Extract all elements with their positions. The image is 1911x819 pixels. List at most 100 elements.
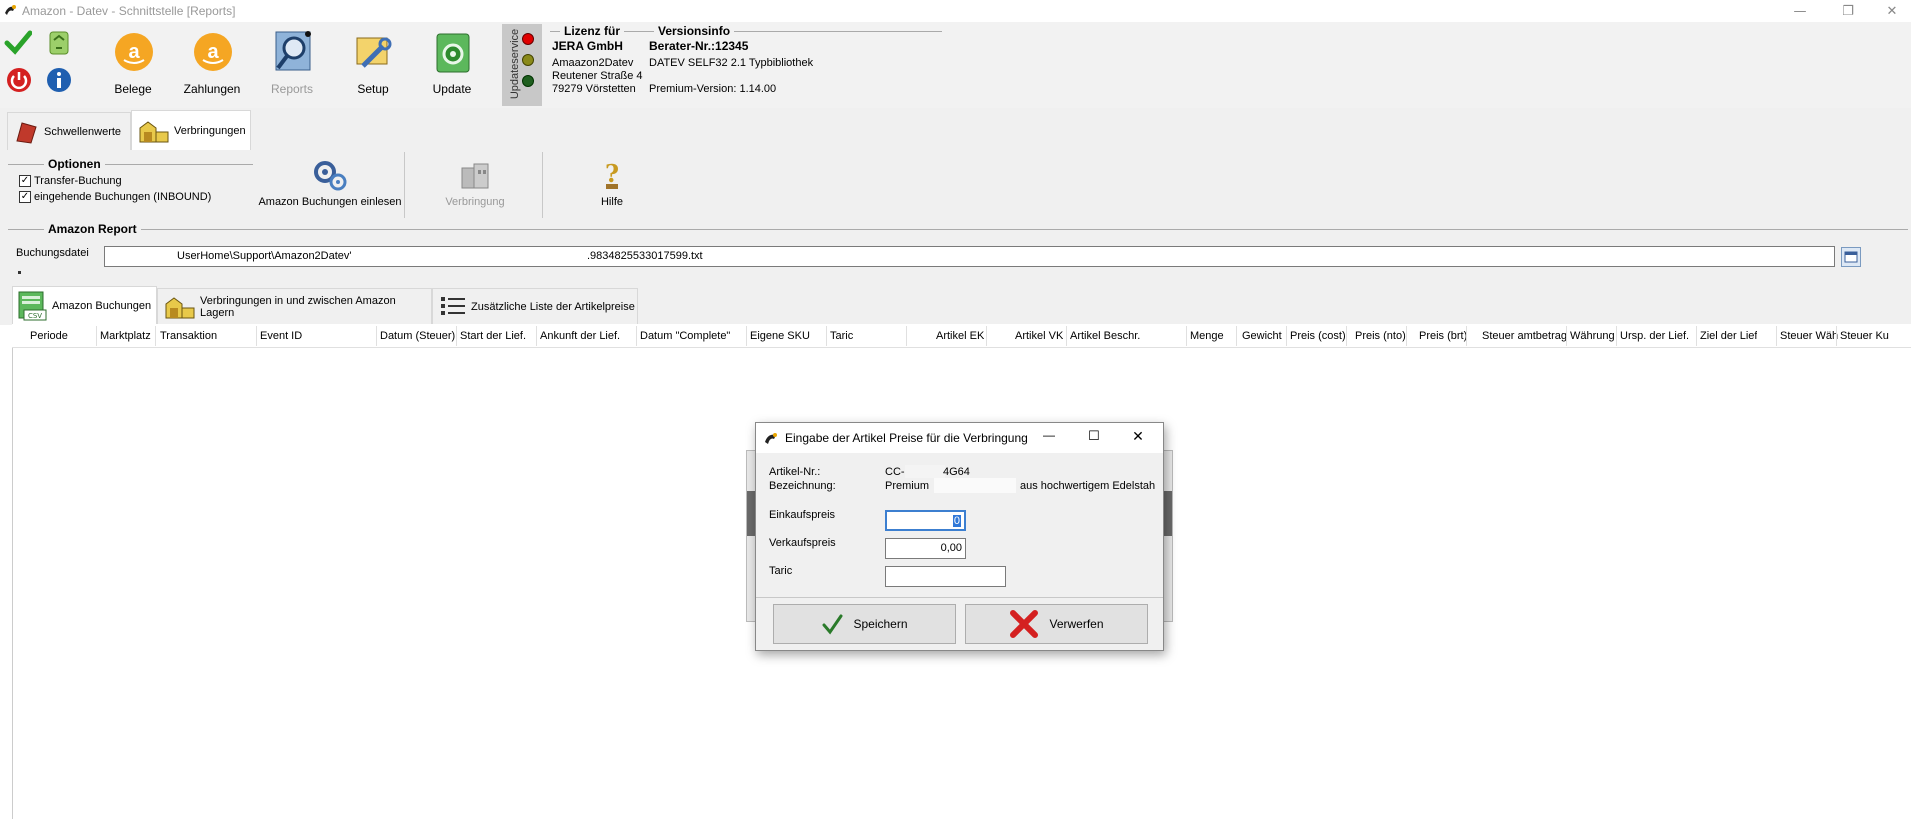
- power-icon[interactable]: [6, 67, 32, 93]
- svg-text:?: ?: [605, 160, 619, 188]
- inbound-checkbox[interactable]: ✓ eingehende Buchungen (INBOUND): [19, 191, 211, 203]
- col-menge[interactable]: Menge: [1190, 330, 1224, 342]
- col-periode[interactable]: Periode: [30, 330, 68, 342]
- col-eigene-sku[interactable]: Eigene SKU: [750, 330, 810, 342]
- warehouse-icon: [164, 294, 196, 320]
- einkaufspreis-input[interactable]: 0: [885, 510, 966, 531]
- belege-button[interactable]: a Belege: [97, 26, 169, 104]
- verkaufspreis-input[interactable]: 0,00: [885, 538, 966, 559]
- transfer-buchung-checkbox[interactable]: ✓ Transfer-Buchung: [19, 175, 122, 187]
- tab-amazon-buchungen[interactable]: CSV Amazon Buchungen: [12, 286, 157, 324]
- col-steuer-amtbetrag[interactable]: Steuer amtbetrag: [1482, 330, 1567, 342]
- dot-marker: [18, 271, 21, 274]
- einlesen-button[interactable]: Amazon Buchungen einlesen: [256, 152, 404, 218]
- dialog-close-button[interactable]: ✕: [1128, 428, 1148, 448]
- license-line3: 79279 Vörstetten: [552, 83, 636, 95]
- verbringung-action-button[interactable]: Verbringung: [410, 152, 540, 218]
- col-event-id[interactable]: Event ID: [260, 330, 302, 342]
- verkaufspreis-label: Verkaufspreis: [769, 537, 836, 549]
- col-divider: [826, 326, 827, 346]
- col-steuer-ku[interactable]: Steuer Ku: [1840, 330, 1910, 342]
- dialog-minimize-button[interactable]: —: [1039, 428, 1059, 448]
- col-divider: [636, 326, 637, 346]
- col-ursp-lief[interactable]: Ursp. der Lief.: [1620, 330, 1689, 342]
- license-header: Lizenz für: [560, 24, 624, 38]
- col-preis-nto[interactable]: Preis (nto): [1355, 330, 1406, 342]
- hilfe-button[interactable]: ? Hilfe: [572, 152, 652, 218]
- update-button[interactable]: Update: [416, 26, 488, 104]
- col-datum-complete[interactable]: Datum "Complete": [640, 330, 730, 342]
- tab-verbringungen-label: Verbringungen: [174, 124, 246, 137]
- col-waehrung[interactable]: Währung: [1570, 330, 1615, 342]
- col-ziel-lief[interactable]: Ziel der Lief: [1700, 330, 1757, 342]
- col-divider: [1466, 326, 1467, 346]
- updateservice-strip: Updateservice: [502, 24, 542, 106]
- col-datum-steuer[interactable]: Datum (Steuer): [380, 330, 455, 342]
- col-marktplatz[interactable]: Marktplatz: [100, 330, 151, 342]
- tab-schwellenwerte[interactable]: Schwellenwerte: [7, 112, 131, 150]
- checkbox-box: ✓: [19, 191, 31, 203]
- dialog-title: Eingabe der Artikel Preise für die Verbr…: [785, 431, 1028, 445]
- taric-input[interactable]: [885, 566, 1006, 587]
- col-preis-brt[interactable]: Preis (brt): [1419, 330, 1467, 342]
- belege-label: Belege: [114, 82, 152, 96]
- col-artikel-beschr[interactable]: Artikel Beschr.: [1070, 330, 1140, 342]
- col-transaktion[interactable]: Transaktion: [160, 330, 217, 342]
- tab-verbringungen[interactable]: Verbringungen: [131, 110, 251, 150]
- artikel-nr-value-b: 4G64: [943, 466, 970, 478]
- verbringung-action-label: Verbringung: [445, 196, 505, 208]
- check-icon[interactable]: [4, 28, 33, 56]
- dialog-maximize-button[interactable]: ☐: [1084, 428, 1104, 448]
- info-icon[interactable]: [46, 67, 72, 93]
- browse-file-icon[interactable]: [1841, 247, 1861, 267]
- magnifier-icon: [270, 28, 316, 76]
- minimize-button[interactable]: —: [1780, 0, 1820, 22]
- status-light-green-icon: [522, 75, 534, 87]
- col-divider: [1776, 326, 1777, 346]
- restore-button[interactable]: ❐: [1828, 0, 1868, 22]
- col-divider: [1346, 326, 1347, 346]
- col-divider: [746, 326, 747, 346]
- tab-artikelpreise[interactable]: Zusätzliche Liste der Artikelpreise: [432, 288, 638, 324]
- close-button[interactable]: ✕: [1872, 0, 1911, 22]
- grid-header: Periode Marktplatz Transaktion Event ID …: [12, 324, 1911, 348]
- recycle-icon[interactable]: [45, 28, 73, 56]
- tab-verbringungen-lager[interactable]: Verbringungen in und zwischen Amazon Lag…: [157, 288, 432, 324]
- col-divider: [1236, 326, 1237, 346]
- col-start-lief[interactable]: Start der Lief.: [460, 330, 526, 342]
- license-panel: Lizenz für Versionsinfo JERA GmbH Berate…: [546, 22, 946, 106]
- dialog-app-icon: [763, 430, 779, 446]
- buchungsdatei-label: Buchungsdatei: [16, 247, 89, 259]
- col-artikel-vk[interactable]: Artikel VK: [1015, 330, 1063, 342]
- col-ankunft-lief[interactable]: Ankunft der Lief.: [540, 330, 620, 342]
- setup-tools-icon: [353, 32, 395, 74]
- einlesen-label: Amazon Buchungen einlesen: [258, 196, 402, 208]
- license-company: JERA GmbH: [552, 39, 623, 53]
- verwerfen-button[interactable]: Verwerfen: [965, 604, 1148, 644]
- checkbox-box: ✓: [19, 175, 31, 187]
- reports-button[interactable]: Reports: [256, 26, 328, 104]
- update-gear-icon: [431, 30, 475, 76]
- col-taric[interactable]: Taric: [830, 330, 853, 342]
- report-title: Amazon Report: [44, 222, 141, 236]
- red-x-icon: [1009, 609, 1039, 639]
- buchungsdatei-input[interactable]: UserHome\Support\Amazon2Datev' .98348255…: [104, 246, 1835, 267]
- col-steuer-waeh[interactable]: Steuer Wäh: [1780, 330, 1848, 342]
- col-preis-cost[interactable]: Preis (cost): [1290, 330, 1346, 342]
- speichern-button[interactable]: Speichern: [773, 604, 956, 644]
- col-divider: [536, 326, 537, 346]
- col-artikel-ek[interactable]: Artikel EK: [936, 330, 984, 342]
- redacted-block: [905, 465, 945, 478]
- file-path-part2: .9834825533017599.txt: [587, 250, 703, 262]
- setup-button[interactable]: Setup: [337, 26, 409, 104]
- artikel-nr-value-a: CC-: [885, 466, 905, 478]
- col-divider: [1286, 326, 1287, 346]
- datev-version: DATEV SELF32 2.1 Typbibliothek: [649, 57, 814, 69]
- price-dialog: Eingabe der Artikel Preise für die Verbr…: [755, 422, 1164, 651]
- zahlungen-button[interactable]: a Zahlungen: [176, 26, 248, 104]
- col-gewicht[interactable]: Gewicht: [1242, 330, 1282, 342]
- tab-verbringungen-lager-label: Verbringungen in und zwischen Amazon Lag…: [200, 294, 396, 319]
- amazon-logo-icon: a: [193, 32, 233, 72]
- updateservice-label: Updateservice: [509, 28, 521, 100]
- options-group: Optionen ✓ Transfer-Buchung ✓ eingehende…: [8, 157, 253, 222]
